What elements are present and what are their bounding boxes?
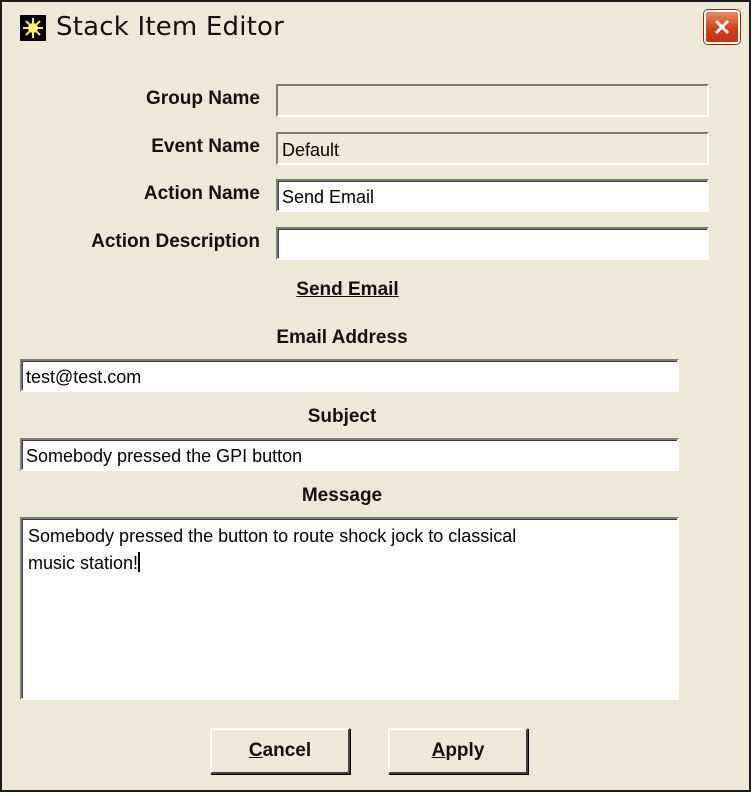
close-button[interactable] <box>704 10 740 44</box>
email-address-input[interactable]: test@test.com <box>20 359 679 392</box>
apply-mnemonic: A <box>431 740 446 761</box>
cancel-mnemonic: C <box>248 740 263 761</box>
cancel-button[interactable]: Cancel <box>210 728 350 774</box>
group-name-label: Group Name <box>145 88 260 109</box>
close-icon <box>714 19 730 35</box>
apply-label: pply <box>445 740 485 761</box>
action-name-input[interactable]: Send Email <box>276 179 709 212</box>
event-name-field[interactable]: Default <box>276 132 709 165</box>
message-label: Message <box>301 485 383 506</box>
subject-label: Subject <box>307 406 377 427</box>
message-line-last: music station! <box>28 552 141 573</box>
send-email-heading: Send Email <box>296 279 399 300</box>
group-name-field[interactable] <box>276 84 709 117</box>
subject-input[interactable]: Somebody pressed the GPI button <box>20 438 679 471</box>
title-bar[interactable]: Stack Item Editor <box>2 2 749 46</box>
action-description-label: Action Description <box>91 231 260 252</box>
action-name-label: Action Name <box>143 183 260 204</box>
cancel-label: ancel <box>262 740 312 761</box>
window-title: Stack Item Editor <box>56 12 285 42</box>
message-textarea[interactable]: Somebody pressed the button to route sho… <box>20 517 679 700</box>
action-description-input[interactable] <box>276 227 709 260</box>
sun-burst-icon <box>20 15 46 41</box>
apply-button[interactable]: Apply <box>388 728 528 774</box>
event-name-label: Event Name <box>151 136 260 157</box>
stack-item-editor-window: Stack Item Editor Group Name Event Name … <box>0 0 751 792</box>
message-line: Somebody pressed the button to route sho… <box>28 526 517 546</box>
email-address-label: Email Address <box>276 327 408 348</box>
text-caret <box>138 552 141 572</box>
